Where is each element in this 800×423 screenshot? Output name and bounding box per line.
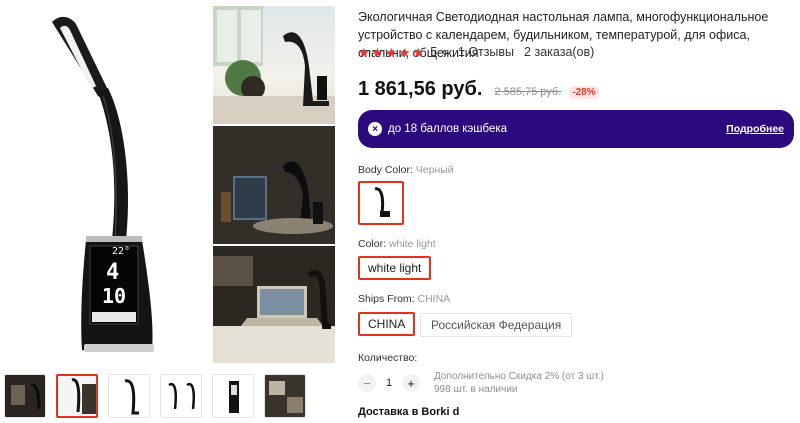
rating-stars: ★ ★ ★ ★ ★ (358, 46, 424, 59)
body-color-label-text: Body Color: (358, 164, 416, 176)
body-color-label: Body Color: Черный (358, 164, 454, 176)
gallery-image-laptop[interactable] (213, 246, 335, 363)
quantity-value[interactable]: 1 (376, 377, 402, 389)
lamp-temp: 22° (112, 246, 131, 257)
cashback-text: до 18 баллов кэшбека (388, 123, 508, 135)
quantity-minus-button[interactable]: − (358, 374, 376, 392)
thumbnail-strip (4, 374, 306, 420)
color-label-text: Color: (358, 238, 389, 250)
thumbnail-1[interactable] (4, 374, 46, 418)
thumbnail-5[interactable] (212, 374, 254, 418)
star-icon: ★ (358, 44, 370, 60)
gallery-image-room[interactable] (213, 6, 335, 124)
cashback-more-link[interactable]: Подробнее (726, 123, 784, 135)
quantity-plus-button[interactable]: + (402, 374, 420, 392)
thumbnail-6[interactable] (264, 374, 306, 418)
main-product-image[interactable]: 22° 4 10 (0, 0, 205, 363)
ships-option-russia[interactable]: Российская Федерация (420, 313, 573, 337)
quantity-stepper: − 1 + Дополнительно Скидка 2% (от 3 шт.)… (358, 370, 604, 396)
body-color-value: Черный (415, 164, 454, 176)
lamp-minute: 10 (102, 284, 127, 308)
thumbnail-4[interactable] (160, 374, 202, 418)
desk-scene (213, 126, 335, 244)
old-price: 2 585,75 руб. (494, 86, 562, 98)
price-row: 1 861,56 руб. 2 585,75 руб. -28% (358, 78, 599, 101)
ships-option-china[interactable]: CHINA (358, 312, 416, 336)
rating-value: 5 (430, 45, 438, 59)
reviews-link[interactable]: 1 Отзывы (458, 45, 514, 59)
color-option-white-light[interactable]: white light (358, 256, 432, 280)
thumbnail-3[interactable] (108, 374, 150, 418)
orders-count: 2 заказа(ов) (524, 45, 595, 59)
rating-row: ★ ★ ★ ★ ★ 5 ∨ 1 Отзывы 2 заказа(ов) (358, 45, 594, 59)
star-icon: ★ (412, 44, 425, 60)
delivery-title: Доставка в Borki d (358, 406, 460, 418)
color-label: Color: white light (358, 238, 436, 250)
chevron-down-icon[interactable]: ∨ (441, 47, 448, 58)
room-scene (213, 6, 335, 124)
stock-count: 998 шт. в наличии (434, 384, 518, 395)
body-color-swatch-black[interactable] (358, 181, 404, 225)
quantity-info: Дополнительно Скидка 2% (от 3 шт.) 998 ш… (434, 370, 604, 396)
lamp-swatch-image (374, 187, 390, 217)
color-value: white light (388, 238, 436, 250)
ships-from-label-text: Ships From: (358, 293, 418, 305)
ships-from-value: CHINA (417, 293, 451, 305)
gallery-image-desk[interactable] (213, 126, 335, 244)
lamp-illustration (52, 16, 154, 352)
laptop-scene (213, 246, 335, 363)
star-icon: ★ (398, 44, 411, 60)
cashback-banner[interactable]: × до 18 баллов кэшбека Подробнее (358, 110, 794, 148)
ships-from-label: Ships From: CHINA (358, 293, 450, 305)
thumbnail-2[interactable] (56, 374, 98, 418)
star-icon: ★ (371, 44, 384, 60)
current-price: 1 861,56 руб. (358, 78, 483, 100)
bulk-discount-note: Дополнительно Скидка 2% (от 3 шт.) (434, 371, 604, 382)
star-icon: ★ (385, 44, 397, 60)
quantity-label: Количество: (358, 352, 418, 364)
lamp-hour: 4 (106, 260, 120, 285)
discount-badge: -28% (569, 86, 599, 99)
cashback-icon: × (368, 122, 382, 136)
